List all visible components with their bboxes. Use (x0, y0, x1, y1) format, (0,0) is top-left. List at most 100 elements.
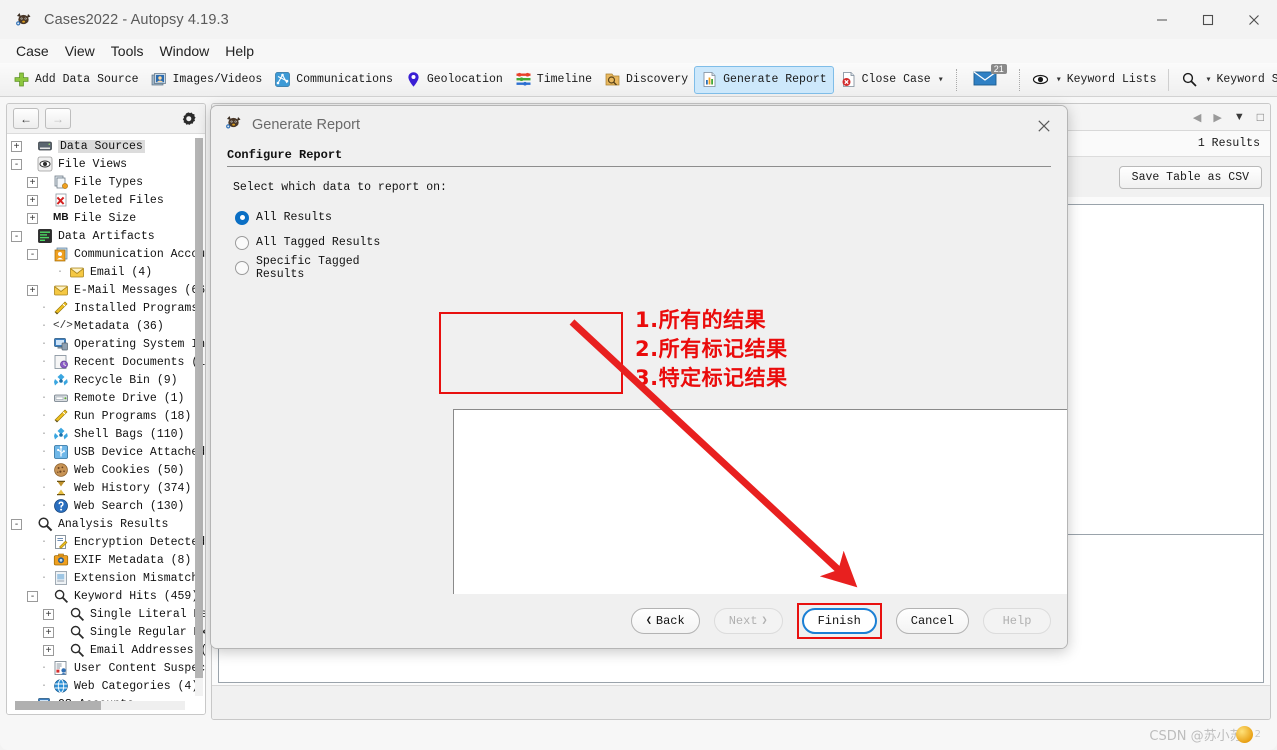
expand-icon[interactable]: + (27, 194, 38, 206)
chevron-down-icon[interactable]: ▾ (938, 74, 944, 86)
menu-tools[interactable]: Tools (103, 41, 152, 61)
tree-node[interactable]: · Recycle Bin (9) (7, 371, 205, 389)
toolbar-generate-report[interactable]: Generate Report (694, 65, 834, 94)
tree-toolbar: ← → (7, 104, 205, 134)
tree-node[interactable]: + Deleted Files (7, 191, 205, 209)
tree-node[interactable]: + Email Addresses ( (7, 641, 205, 659)
tree-node[interactable]: - Keyword Hits (459) (7, 587, 205, 605)
expand-icon[interactable]: + (27, 284, 38, 296)
tree-node[interactable]: + MB File Size (7, 209, 205, 227)
tree-node[interactable]: · Web Categories (4) (7, 677, 205, 695)
tree-node[interactable]: · Email (4) (7, 263, 205, 281)
expand-icon[interactable]: + (11, 140, 22, 152)
tree-node[interactable]: · Web Cookies (50) (7, 461, 205, 479)
tree-node[interactable]: · </> Metadata (36) (7, 317, 205, 335)
tree-node[interactable]: + Data Sources (7, 137, 205, 155)
minimize-icon[interactable] (1139, 0, 1185, 39)
tree-node[interactable]: · Run Programs (18) (7, 407, 205, 425)
help-button[interactable]: Help (983, 608, 1051, 634)
collapse-icon[interactable]: - (11, 230, 22, 242)
expand-icon[interactable]: + (27, 212, 38, 224)
next-arrow-icon[interactable]: ▶ (1213, 111, 1221, 124)
radio-specific-tagged-results[interactable]: Specific Tagged Results (235, 255, 407, 281)
tree-node[interactable]: · Web History (374) (7, 479, 205, 497)
tree-node-label: Encryption Detected (74, 535, 205, 549)
radio-all-results[interactable]: All Results (235, 205, 407, 230)
next-button[interactable]: Next ❯ (713, 608, 783, 634)
tree-guide-dots: · (40, 662, 47, 674)
expand-icon[interactable]: + (27, 176, 38, 188)
tree-node[interactable]: · User Content Suspect (7, 659, 205, 677)
tree-node[interactable]: · EXIF Metadata (8) (7, 551, 205, 569)
tree-node[interactable]: - Analysis Results (7, 515, 205, 533)
toolbar-label: Generate Report (723, 73, 827, 86)
radio-all-tagged-results[interactable]: All Tagged Results (235, 230, 407, 255)
tree-node[interactable]: · Operating System Inf (7, 335, 205, 353)
menu-window[interactable]: Window (151, 41, 217, 61)
tree-node[interactable]: · Remote Drive (1) (7, 389, 205, 407)
expand-icon[interactable]: + (43, 644, 54, 656)
expand-icon[interactable]: + (43, 608, 54, 620)
toolbar-keyword-search[interactable]: ▾ Keyword Search (1175, 66, 1277, 94)
tree-node[interactable]: + File Types (7, 173, 205, 191)
tree-node[interactable]: - Data Artifacts (7, 227, 205, 245)
back-button[interactable]: ❮ Back (630, 608, 700, 634)
finish-button[interactable]: Finish (801, 608, 877, 634)
toolbar-messages[interactable]: 21 (963, 63, 1013, 94)
tree-node[interactable]: · Encryption Detected (7, 533, 205, 551)
toolbar-discovery[interactable]: Discovery (598, 66, 694, 94)
toolbar-keyword-lists[interactable]: ▾ Keyword Lists (1026, 66, 1163, 94)
tree-node-label: Operating System Inf (74, 337, 205, 351)
tree-node[interactable]: · Extension Mismatch D (7, 569, 205, 587)
tree-node[interactable]: · Installed Programs ( (7, 299, 205, 317)
directory-tree[interactable]: + Data Sources - File Views + File Types + Dele… (7, 134, 205, 714)
toolbar-add-data-source[interactable]: Add Data Source (7, 66, 145, 94)
tree-node[interactable]: · USB Device Attached (7, 443, 205, 461)
cancel-button[interactable]: Cancel (895, 608, 969, 634)
tree-horizontal-scrollbar[interactable] (15, 701, 185, 710)
tree-node[interactable]: + E-Mail Messages (66) (7, 281, 205, 299)
back-button-label: Back (655, 614, 685, 628)
chevron-down-icon[interactable]: ▾ (1056, 74, 1062, 86)
tree-guide-dots: · (40, 680, 47, 692)
collapse-icon[interactable]: - (27, 590, 38, 602)
tree-node[interactable]: · Shell Bags (110) (7, 425, 205, 443)
collapse-icon[interactable]: - (27, 248, 38, 260)
close-icon[interactable] (1031, 114, 1057, 138)
collapse-icon[interactable]: - (11, 518, 22, 530)
tree-node[interactable]: · Recent Documents (10 (7, 353, 205, 371)
result-types-list[interactable] (453, 409, 1067, 624)
tree-node-label: Keyword Hits (459) (74, 589, 199, 603)
tree-node[interactable]: + Single Literal Ke (7, 605, 205, 623)
menu-case[interactable]: Case (8, 41, 57, 61)
toolbar-geolocation[interactable]: Geolocation (399, 66, 509, 94)
tree-node[interactable]: · Web Search (130) (7, 497, 205, 515)
menu-help[interactable]: Help (217, 41, 262, 61)
chevron-down-icon[interactable]: ▾ (1205, 74, 1211, 86)
maximize-pane-icon[interactable]: □ (1257, 110, 1264, 124)
close-icon[interactable] (1231, 0, 1277, 39)
collapse-icon[interactable]: - (11, 158, 22, 170)
toolbar-images-videos[interactable]: Images/Videos (145, 66, 269, 94)
tree-vertical-scrollbar[interactable] (195, 138, 203, 696)
dropdown-arrow-icon[interactable]: ▼ (1234, 111, 1245, 123)
toolbar-timeline[interactable]: Timeline (509, 66, 598, 94)
radio-button-icon[interactable] (235, 235, 249, 250)
toolbar-close-case[interactable]: Close Case ▾ (834, 66, 950, 94)
tree-node[interactable]: - File Views (7, 155, 205, 173)
back-arrow-icon[interactable]: ← (13, 108, 39, 129)
forward-arrow-icon[interactable]: → (45, 108, 71, 129)
extension-mismatch-icon (50, 570, 69, 586)
tree-node-label: Web Categories (4) (74, 679, 199, 693)
save-table-as-csv-button[interactable]: Save Table as CSV (1118, 165, 1262, 189)
menu-view[interactable]: View (57, 41, 103, 61)
maximize-icon[interactable] (1185, 0, 1231, 39)
tree-node[interactable]: - Communication Accoun (7, 245, 205, 263)
gear-icon[interactable] (177, 108, 199, 130)
expand-icon[interactable]: + (43, 626, 54, 638)
radio-button-icon[interactable] (235, 260, 249, 275)
tree-node[interactable]: + Single Regular Ex (7, 623, 205, 641)
radio-button-icon[interactable] (235, 210, 249, 225)
toolbar-communications[interactable]: Communications (268, 66, 399, 94)
prev-arrow-icon[interactable]: ◀ (1193, 111, 1201, 124)
